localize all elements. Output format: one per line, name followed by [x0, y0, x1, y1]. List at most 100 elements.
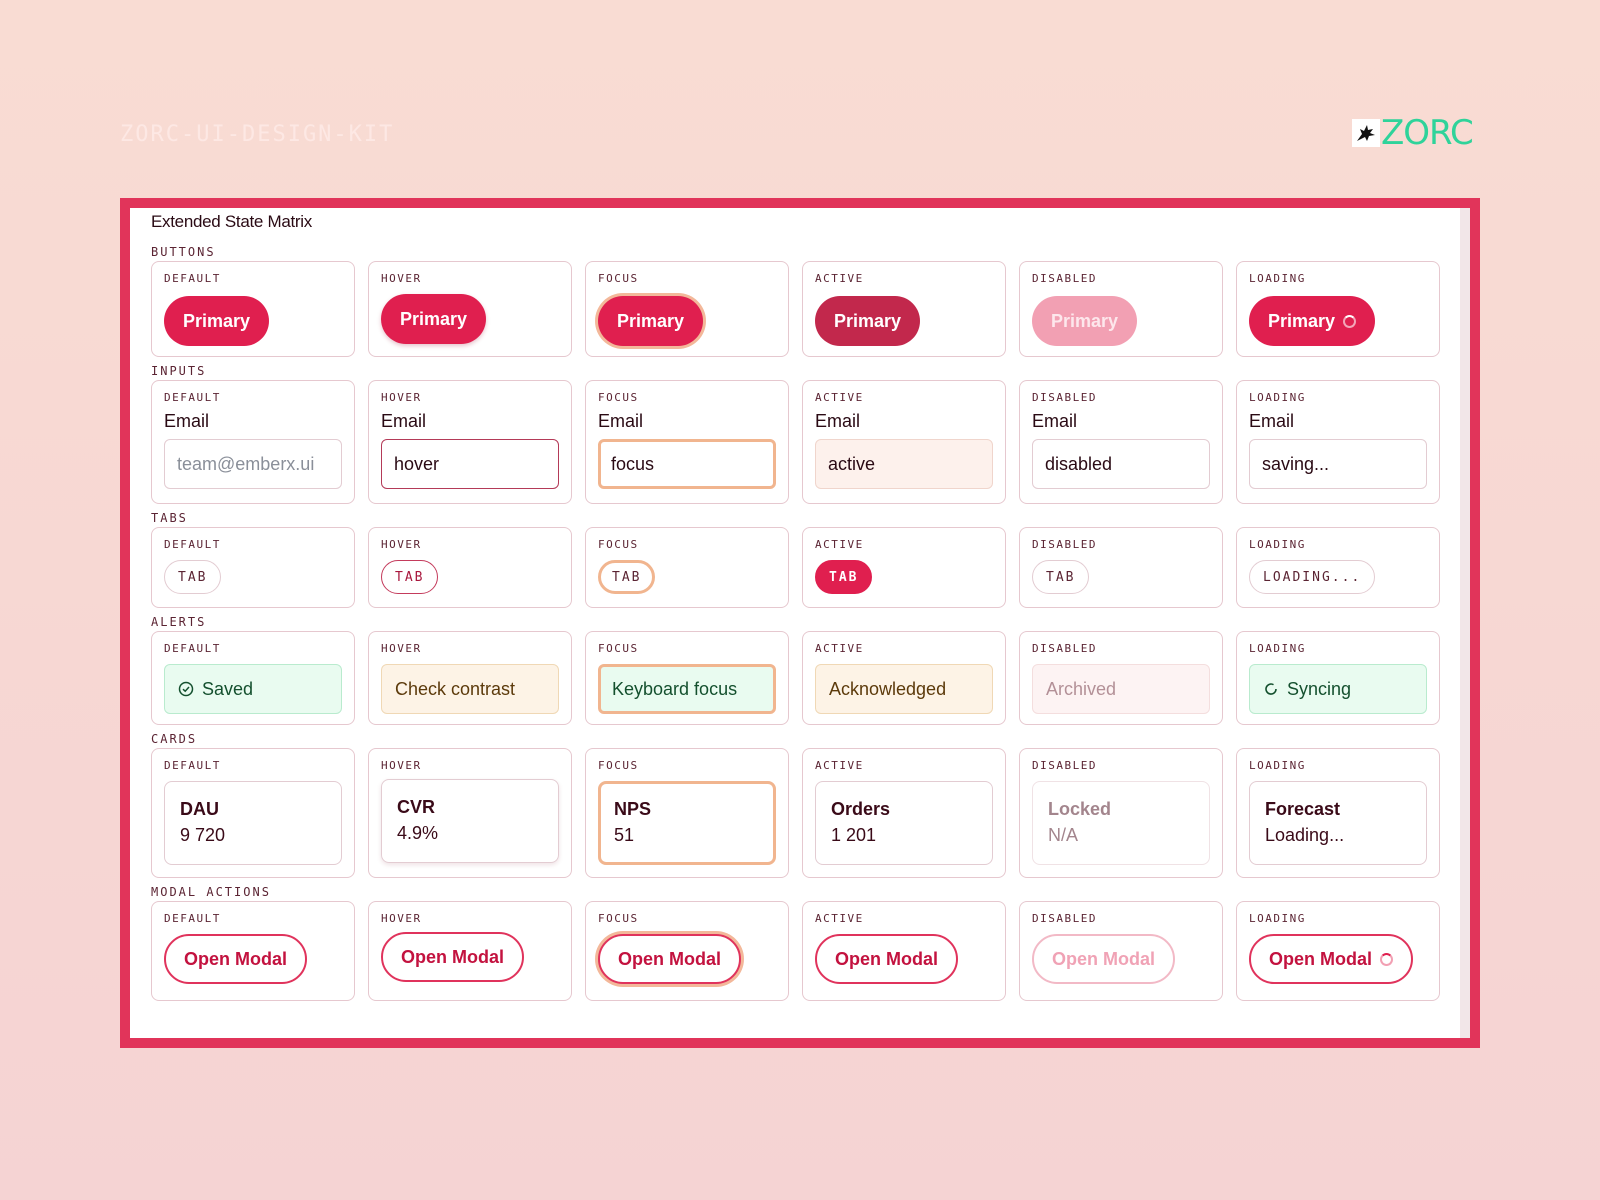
- wolf-logo-icon: [1352, 119, 1380, 147]
- email-input-loading[interactable]: saving...: [1249, 439, 1427, 489]
- alert-cell-loading: LOADING Syncing: [1236, 631, 1440, 725]
- modal-cell-hover: HOVER Open Modal: [368, 901, 572, 1001]
- section-label-modal-actions: MODAL ACTIONS: [151, 885, 271, 899]
- alert-text: Keyboard focus: [612, 678, 738, 699]
- card-title: Locked: [1048, 799, 1112, 819]
- metric-card-disabled: Locked N/A: [1032, 781, 1210, 865]
- state-label: ACTIVE: [815, 538, 864, 551]
- state-label: FOCUS: [598, 759, 639, 772]
- field-label: Email: [815, 411, 861, 431]
- button-label: Primary: [617, 310, 685, 331]
- button-cell-focus: FOCUS Primary: [585, 261, 789, 357]
- primary-button-focus[interactable]: Primary: [598, 296, 704, 346]
- email-input-hover[interactable]: hover: [381, 439, 559, 489]
- state-label: DISABLED: [1032, 391, 1097, 404]
- tab-loading[interactable]: LOADING...: [1249, 560, 1376, 594]
- scrollbar[interactable]: [1460, 208, 1470, 1038]
- tab-active[interactable]: TAB: [815, 560, 873, 594]
- email-input-focus[interactable]: focus: [598, 439, 776, 489]
- tab-hover[interactable]: TAB: [381, 560, 439, 594]
- alert-loading: Syncing: [1249, 664, 1427, 714]
- alert-disabled: Archived: [1032, 664, 1210, 714]
- state-label: FOCUS: [598, 642, 639, 655]
- card-title: Orders: [831, 799, 891, 819]
- brand-logo: ZORC: [1352, 113, 1474, 153]
- state-label: DEFAULT: [164, 538, 221, 551]
- input-cell-disabled: DISABLED Email disabled: [1019, 380, 1223, 504]
- primary-button-hover[interactable]: Primary: [381, 294, 487, 344]
- state-label: LOADING: [1249, 912, 1306, 925]
- state-label: LOADING: [1249, 391, 1306, 404]
- button-label: Primary: [834, 310, 902, 331]
- open-modal-button-focus[interactable]: Open Modal: [598, 934, 741, 984]
- modal-cell-disabled: DISABLED Open Modal: [1019, 901, 1223, 1001]
- modal-cell-default: DEFAULT Open Modal: [151, 901, 355, 1001]
- section-label-tabs: TABS: [151, 511, 188, 525]
- button-label: Open Modal: [1269, 948, 1372, 969]
- email-input-disabled: disabled: [1032, 439, 1210, 489]
- state-label: DISABLED: [1032, 272, 1097, 285]
- open-modal-button-hover[interactable]: Open Modal: [381, 932, 524, 982]
- button-cell-disabled: DISABLED Primary: [1019, 261, 1223, 357]
- metric-card-active[interactable]: Orders 1 201: [815, 781, 993, 865]
- primary-button-loading[interactable]: Primary: [1249, 296, 1376, 346]
- button-label: Primary: [1268, 310, 1336, 331]
- tab-cell-disabled: DISABLED TAB: [1019, 527, 1223, 608]
- state-label: ACTIVE: [815, 642, 864, 655]
- alert-cell-default: DEFAULT Saved: [151, 631, 355, 725]
- button-label: Primary: [400, 308, 468, 329]
- button-label: Open Modal: [401, 946, 504, 967]
- alert-text: Syncing: [1287, 678, 1352, 699]
- input-cell-loading: LOADING Email saving...: [1236, 380, 1440, 504]
- modal-cell-loading: LOADING Open Modal: [1236, 901, 1440, 1001]
- spinner-icon: [1380, 952, 1393, 966]
- card-value: Loading...: [1265, 825, 1345, 845]
- open-modal-button-loading[interactable]: Open Modal: [1249, 934, 1413, 984]
- open-modal-button-disabled: Open Modal: [1032, 934, 1175, 984]
- field-label: Email: [1032, 411, 1078, 431]
- inputs-row: DEFAULT Email team@emberx.ui HOVER Email…: [151, 380, 1470, 504]
- metric-card-loading[interactable]: Forecast Loading...: [1249, 781, 1427, 865]
- field-label: Email: [598, 411, 644, 431]
- tab-focus[interactable]: TAB: [598, 560, 656, 594]
- email-input-active[interactable]: active: [815, 439, 993, 489]
- alert-text: Check contrast: [395, 678, 516, 699]
- state-label: LOADING: [1249, 642, 1306, 655]
- field-label: Email: [381, 411, 427, 431]
- state-label: DISABLED: [1032, 642, 1097, 655]
- open-modal-button-default[interactable]: Open Modal: [164, 934, 307, 984]
- input-cell-default: DEFAULT Email team@emberx.ui: [151, 380, 355, 504]
- email-input-default[interactable]: team@emberx.ui: [164, 439, 342, 489]
- metric-card-focus[interactable]: NPS 51: [598, 781, 776, 865]
- section-label-buttons: BUTTONS: [151, 245, 216, 259]
- modal-cell-active: ACTIVE Open Modal: [802, 901, 1006, 1001]
- alert-default: Saved: [164, 664, 342, 714]
- alert-focus: Keyboard focus: [598, 664, 776, 714]
- state-label: DEFAULT: [164, 912, 221, 925]
- open-modal-button-active[interactable]: Open Modal: [815, 934, 958, 984]
- button-label: Open Modal: [1052, 948, 1155, 969]
- state-label: HOVER: [381, 391, 422, 404]
- state-label: DISABLED: [1032, 912, 1097, 925]
- button-cell-default: DEFAULT Primary: [151, 261, 355, 357]
- state-label: ACTIVE: [815, 391, 864, 404]
- logo-text: ZORC: [1381, 113, 1474, 153]
- modal-cell-focus: FOCUS Open Modal: [585, 901, 789, 1001]
- tab-default[interactable]: TAB: [164, 560, 222, 594]
- tab-cell-active: ACTIVE TAB: [802, 527, 1006, 608]
- tab-cell-hover: HOVER TAB: [368, 527, 572, 608]
- state-label: LOADING: [1249, 759, 1306, 772]
- button-cell-active: ACTIVE Primary: [802, 261, 1006, 357]
- state-label: DISABLED: [1032, 538, 1097, 551]
- card-value: 51: [614, 825, 635, 845]
- primary-button-default[interactable]: Primary: [164, 296, 270, 346]
- state-label: ACTIVE: [815, 912, 864, 925]
- card-value: 4.9%: [397, 823, 439, 843]
- check-circle-icon: [178, 681, 194, 697]
- state-label: FOCUS: [598, 912, 639, 925]
- button-label: Open Modal: [835, 948, 938, 969]
- primary-button-active[interactable]: Primary: [815, 296, 921, 346]
- metric-card-default[interactable]: DAU 9 720: [164, 781, 342, 865]
- spinner-icon: [1343, 314, 1357, 328]
- metric-card-hover[interactable]: CVR 4.9%: [381, 779, 559, 863]
